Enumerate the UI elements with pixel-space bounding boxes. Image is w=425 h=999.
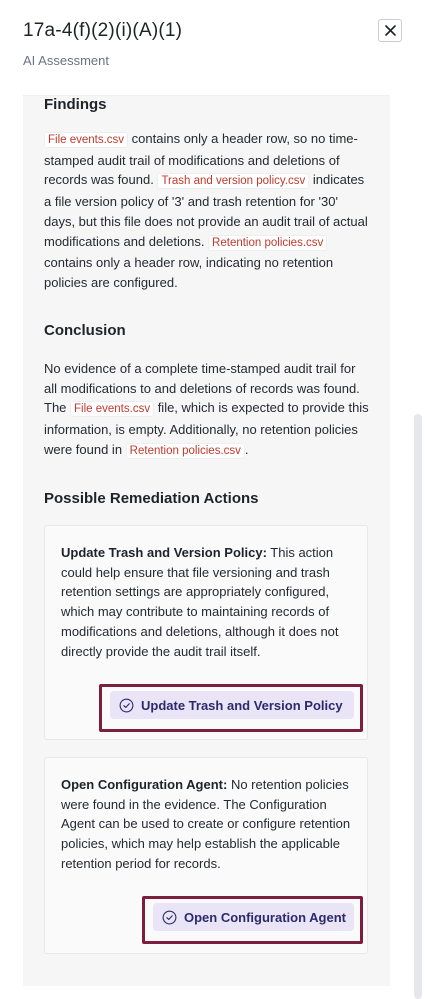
- findings-text: File events.csv contains only a header r…: [44, 129, 370, 293]
- check-circle-icon: [162, 910, 177, 924]
- assessment-panel: Findings File events.csv contains only a…: [23, 95, 390, 986]
- conclusion-text: No evidence of a complete time-stamped a…: [44, 359, 370, 462]
- remediation-card: Update Trash and Version Policy: This ac…: [44, 525, 368, 740]
- file-reference: File events.csv: [70, 401, 155, 418]
- remediation-description: Update Trash and Version Policy: This ac…: [61, 543, 353, 661]
- file-reference: Trash and version policy.csv: [157, 173, 310, 190]
- remediation-heading: Possible Remediation Actions: [44, 490, 259, 507]
- update-trash-version-policy-button[interactable]: Update Trash and Version Policy: [110, 691, 354, 719]
- page-title: 17a-4(f)(2)(i)(A)(1): [23, 20, 183, 41]
- action-highlight: Open Configuration Agent: [142, 896, 363, 944]
- remediation-card: Open Configuration Agent: No retention p…: [44, 757, 368, 954]
- remediation-description-text: This action could help ensure that file …: [61, 545, 339, 659]
- file-reference: Retention policies.csv: [208, 234, 328, 251]
- button-label: Update Trash and Version Policy: [141, 697, 343, 713]
- file-reference: Retention policies.csv: [125, 442, 245, 459]
- conclusion-heading: Conclusion: [44, 322, 126, 339]
- button-label: Open Configuration Agent: [184, 909, 346, 925]
- conclusion-text-part: .: [244, 441, 249, 457]
- close-icon: [384, 25, 396, 36]
- close-button[interactable]: [378, 19, 402, 42]
- scrollbar[interactable]: [414, 414, 422, 999]
- check-circle-icon: [119, 698, 134, 712]
- findings-text-part: contains only a header row, indicating n…: [44, 255, 334, 290]
- file-reference: File events.csv: [44, 132, 129, 148]
- open-configuration-agent-button[interactable]: Open Configuration Agent: [153, 903, 354, 931]
- remediation-description: Open Configuration Agent: No retention p…: [61, 775, 353, 874]
- remediation-title: Open Configuration Agent:: [61, 777, 228, 792]
- remediation-title: Update Trash and Version Policy:: [61, 545, 267, 560]
- panel-header: 17a-4(f)(2)(i)(A)(1) AI Assessment: [0, 0, 425, 96]
- page-subtitle: AI Assessment: [23, 53, 109, 68]
- findings-heading: Findings: [44, 96, 107, 113]
- action-highlight: Update Trash and Version Policy: [99, 684, 363, 732]
